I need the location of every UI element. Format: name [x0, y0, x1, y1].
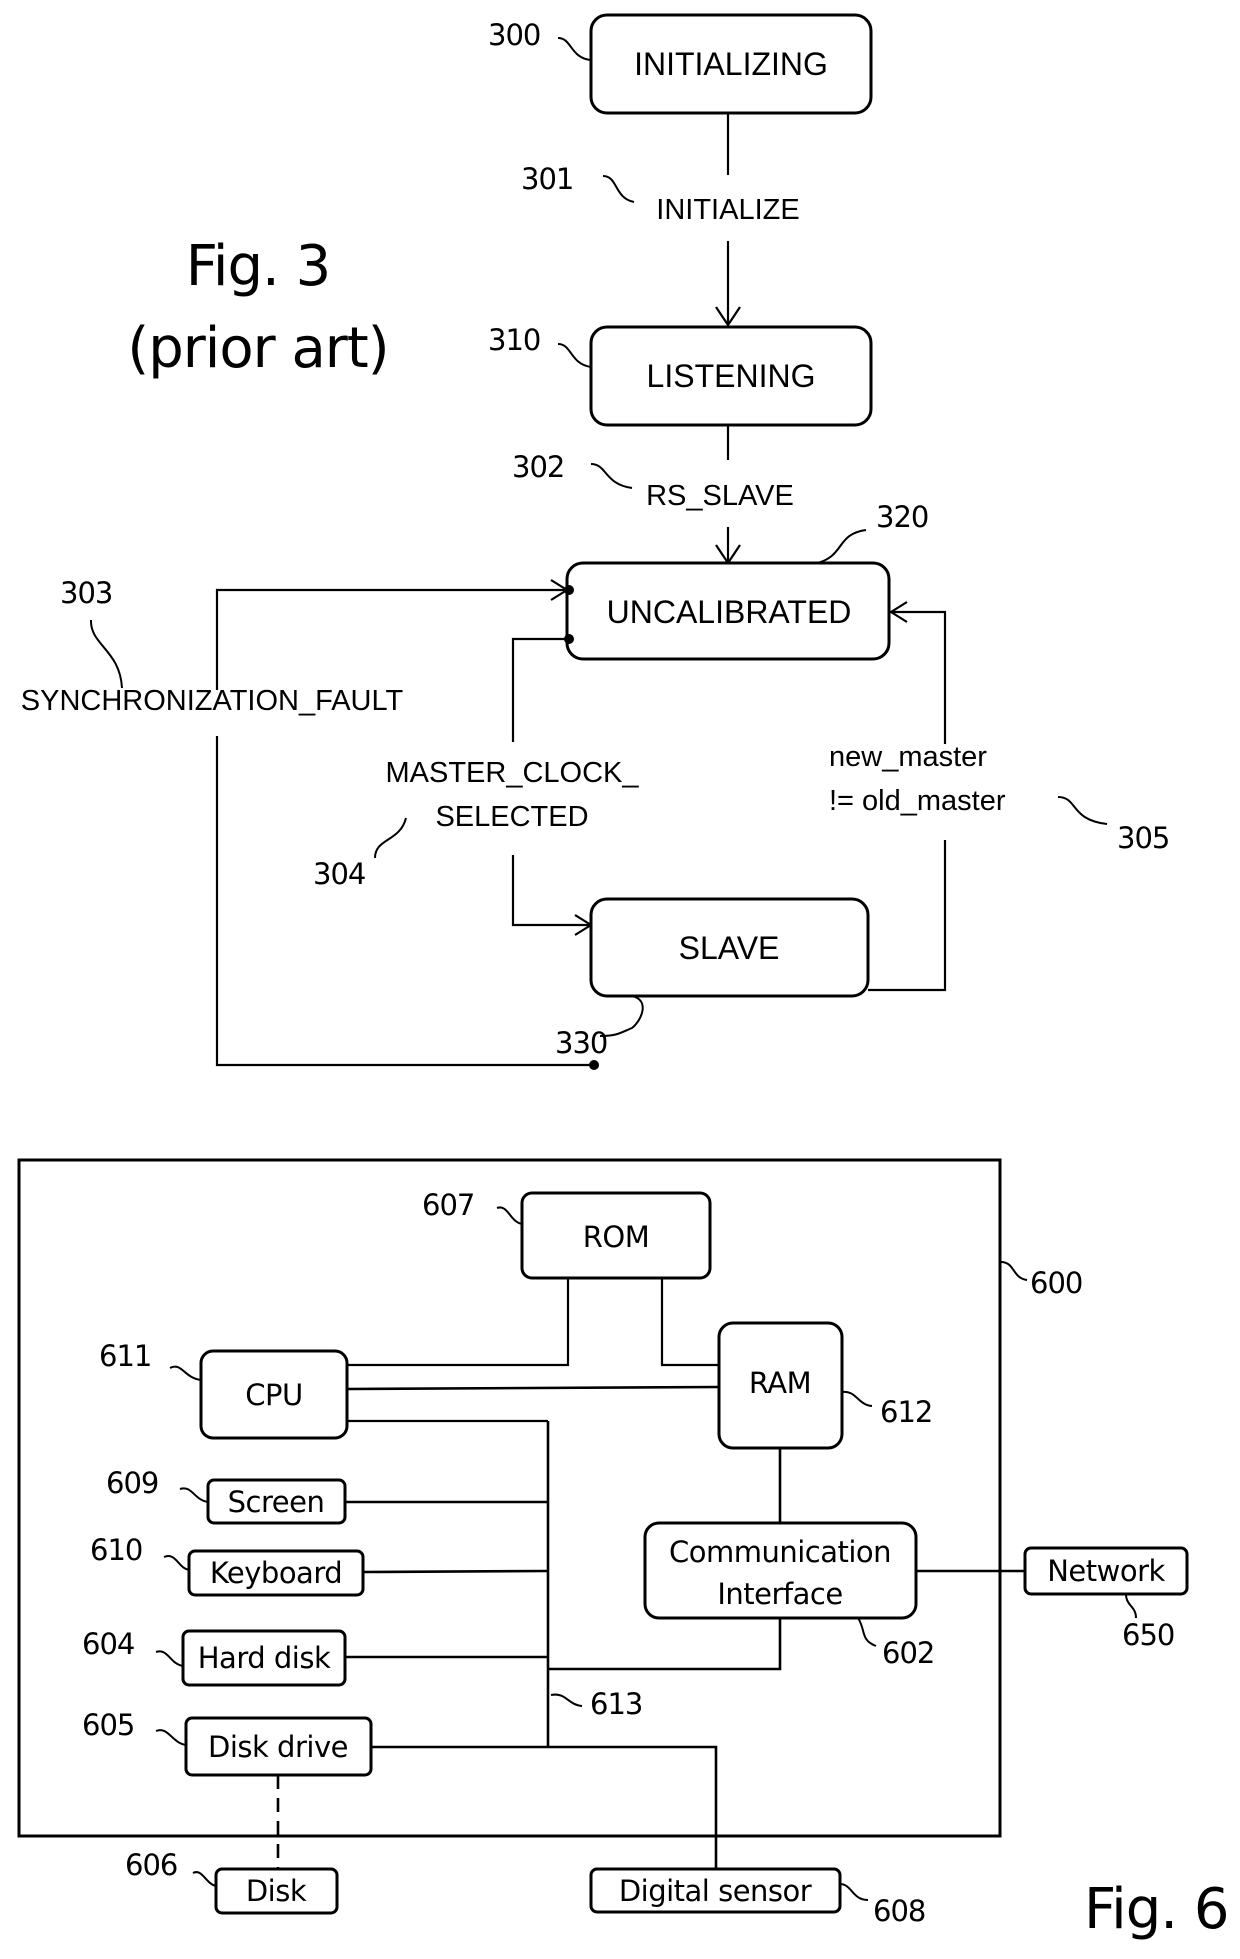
leader-320: [816, 529, 867, 564]
fig6-block-diagram: 600 ROM 607 CPU 611 RAM 612 613 Screen 6…: [17, 1158, 1229, 1942]
ref-304: 304: [313, 857, 365, 891]
patent-figures: Fig. 3 (prior art) INITIALIZING 300 INIT…: [17, 13, 1229, 1942]
block-comm-label-line2: Interface: [717, 1577, 842, 1611]
leader-608: [839, 1883, 869, 1901]
block-disk-drive-label: Disk drive: [208, 1730, 348, 1764]
ref-610: 610: [90, 1533, 142, 1567]
block-digital-sensor-label: Digital sensor: [619, 1874, 812, 1908]
leader-650: [1125, 1593, 1137, 1619]
wire-rom-cpu: [347, 1278, 570, 1367]
fig3-state-diagram: Fig. 3 (prior art) INITIALIZING 300 INIT…: [21, 13, 1170, 1070]
block-screen-label: Screen: [228, 1485, 325, 1519]
state-initializing: INITIALIZING: [589, 13, 873, 115]
state-listening-label: LISTENING: [647, 358, 816, 394]
ref-608: 608: [873, 1894, 925, 1928]
leader-302: [590, 463, 633, 489]
transition-new-master-line1: new_master: [829, 741, 987, 773]
leader-607: [496, 1206, 523, 1225]
wire-comm-bus: [548, 1618, 782, 1671]
wire-keyboard-bus: [362, 1569, 549, 1574]
transition-sync-fault-label: SYNCHRONIZATION_FAULT: [21, 685, 404, 717]
ref-609: 609: [106, 1466, 158, 1500]
leader-602: [857, 1617, 877, 1647]
leader-604: [155, 1650, 184, 1667]
leader-612: [841, 1390, 873, 1407]
ref-300: 300: [488, 18, 540, 52]
leader-300: [557, 37, 592, 61]
block-rom-label: ROM: [583, 1220, 650, 1254]
fig6-title: Fig. 6: [1084, 1877, 1228, 1942]
ref-613: 613: [590, 1687, 642, 1721]
ref-305: 305: [1117, 821, 1169, 855]
edge-new-master-up-lower: [868, 840, 947, 992]
transition-master-clock-line2: SELECTED: [435, 801, 588, 833]
block-comm-label-line1: Communication: [669, 1535, 891, 1569]
block-cpu-label: CPU: [245, 1378, 302, 1412]
ref-605: 605: [82, 1708, 134, 1742]
edge-new-master-up-upper: [891, 610, 947, 744]
ref-611: 611: [99, 1339, 151, 1373]
leader-610: [163, 1555, 190, 1571]
leader-606: [192, 1871, 217, 1887]
state-uncalibrated: UNCALIBRATED: [565, 561, 891, 661]
ref-310: 310: [488, 323, 540, 357]
ref-606: 606: [125, 1848, 177, 1882]
ref-604: 604: [82, 1627, 134, 1661]
wire-disk-drive-bus-sensor: [371, 1745, 718, 1869]
leader-613: [550, 1693, 583, 1707]
ref-320: 320: [876, 500, 928, 534]
ref-612: 612: [880, 1395, 932, 1429]
device-frame: [17, 1158, 1002, 1838]
edge-master-clock-down: [511, 855, 591, 927]
block-ram-label: RAM: [749, 1366, 811, 1400]
leader-605: [155, 1729, 187, 1746]
wire-rom-ram: [660, 1278, 719, 1367]
transition-new-master-line2: != old_master: [829, 785, 1006, 817]
block-keyboard-label: Keyboard: [210, 1556, 342, 1590]
connector-dot: [589, 1060, 599, 1070]
ref-600: 600: [1030, 1266, 1082, 1300]
leader-303: [89, 619, 123, 689]
state-uncalibrated-label: UNCALIBRATED: [607, 594, 852, 630]
leader-611: [169, 1365, 202, 1381]
ref-301: 301: [521, 162, 573, 196]
connector-dot: [564, 585, 574, 595]
leader-609: [179, 1487, 209, 1503]
state-slave-label: SLAVE: [679, 930, 780, 966]
ref-607: 607: [422, 1188, 474, 1222]
fig3-title: Fig. 3: [186, 234, 330, 299]
block-network-label: Network: [1047, 1554, 1165, 1588]
ref-602: 602: [882, 1636, 934, 1670]
state-listening: LISTENING: [589, 325, 873, 427]
fig3-subtitle: (prior art): [127, 316, 388, 381]
wire-cpu-ram: [346, 1385, 720, 1391]
leader-301: [602, 175, 635, 203]
edge-master-clock-up: [511, 637, 567, 742]
state-initializing-label: INITIALIZING: [634, 46, 828, 82]
transition-initialize-label: INITIALIZE: [656, 194, 799, 226]
connector-dot: [564, 634, 574, 644]
transition-rs-slave-label: RS_SLAVE: [646, 480, 794, 512]
ref-330: 330: [555, 1026, 607, 1060]
leader-600: [1000, 1261, 1028, 1281]
leader-310: [557, 343, 592, 368]
block-disk-label: Disk: [246, 1874, 307, 1908]
leader-305: [1057, 796, 1108, 825]
ref-302: 302: [512, 450, 564, 484]
transition-master-clock-line1: MASTER_CLOCK_: [385, 757, 639, 789]
ref-650: 650: [1122, 1618, 1174, 1652]
leader-304: [374, 817, 407, 859]
ref-303: 303: [60, 576, 112, 610]
block-hard-disk-label: Hard disk: [198, 1641, 331, 1675]
state-slave: SLAVE: [589, 897, 870, 998]
